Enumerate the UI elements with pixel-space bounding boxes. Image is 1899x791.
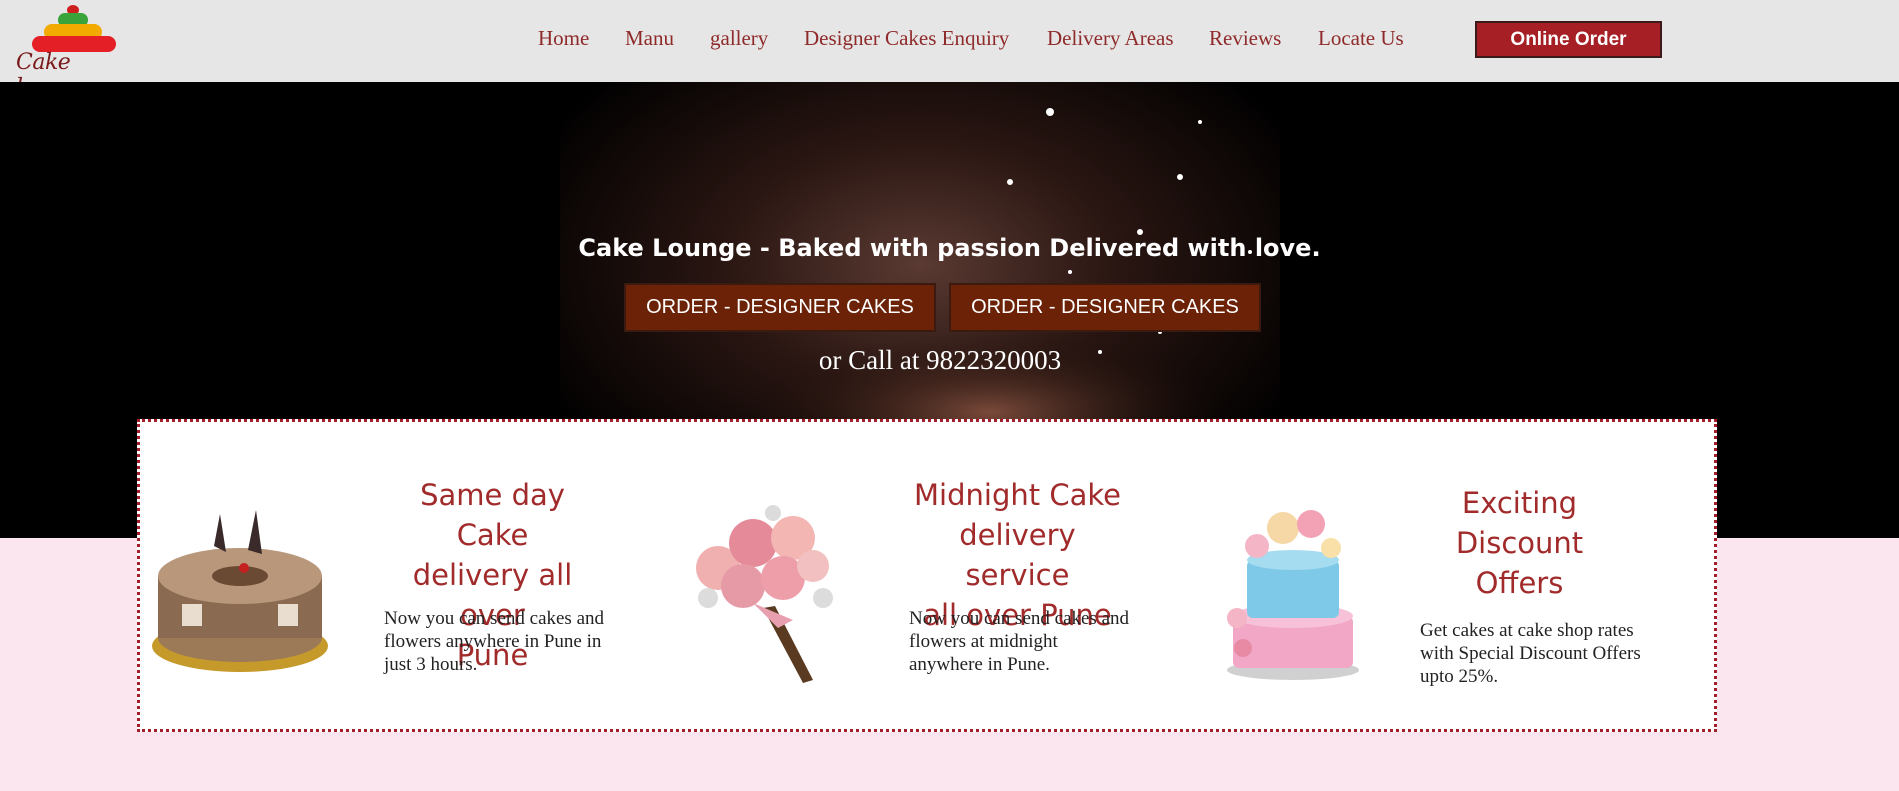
site-header: Cake lounge Home Manu gallery Designer C… [0, 0, 1899, 100]
nav-reviews[interactable]: Reviews [1209, 26, 1281, 51]
nav-locate-us[interactable]: Locate Us [1318, 26, 1404, 51]
layered-cake-logo-icon [32, 5, 116, 52]
order-designer-cakes-button-2[interactable]: ORDER - DESIGNER CAKES [949, 283, 1261, 332]
feature-midnight-desc: Now you can send cakes and flowers at mi… [909, 608, 1130, 675]
feature-discount-title: Exciting Discount Offers [1455, 486, 1584, 600]
nav-menu[interactable]: Manu [625, 26, 674, 51]
nav-home[interactable]: Home [538, 26, 589, 51]
rose-bouquet-icon [696, 505, 833, 683]
feature-discount-desc: Get cakes at cake shop rates with Specia… [1420, 620, 1641, 687]
features-panel: Same day Cake delivery all over Pune Now… [137, 419, 1717, 732]
cake-lounge-logo[interactable]: Cake lounge [16, 4, 128, 100]
nav-gallery[interactable]: gallery [710, 26, 768, 51]
online-order-button[interactable]: Online Order [1475, 21, 1662, 58]
feature-same-day-desc: Now you can send cakes and flowers anywh… [384, 608, 605, 675]
hero-tagline: Cake Lounge - Baked with passion Deliver… [578, 234, 1321, 262]
call-phone-text: or Call at 9822320003 [818, 345, 1062, 375]
tiered-cake-icon [1227, 510, 1359, 680]
nav-delivery-areas[interactable]: Delivery Areas [1047, 26, 1174, 51]
chocolate-cake-icon [152, 510, 328, 672]
order-designer-cakes-button-1[interactable]: ORDER - DESIGNER CAKES [624, 283, 936, 332]
nav-designer-cakes-enquiry[interactable]: Designer Cakes Enquiry [804, 26, 1009, 51]
